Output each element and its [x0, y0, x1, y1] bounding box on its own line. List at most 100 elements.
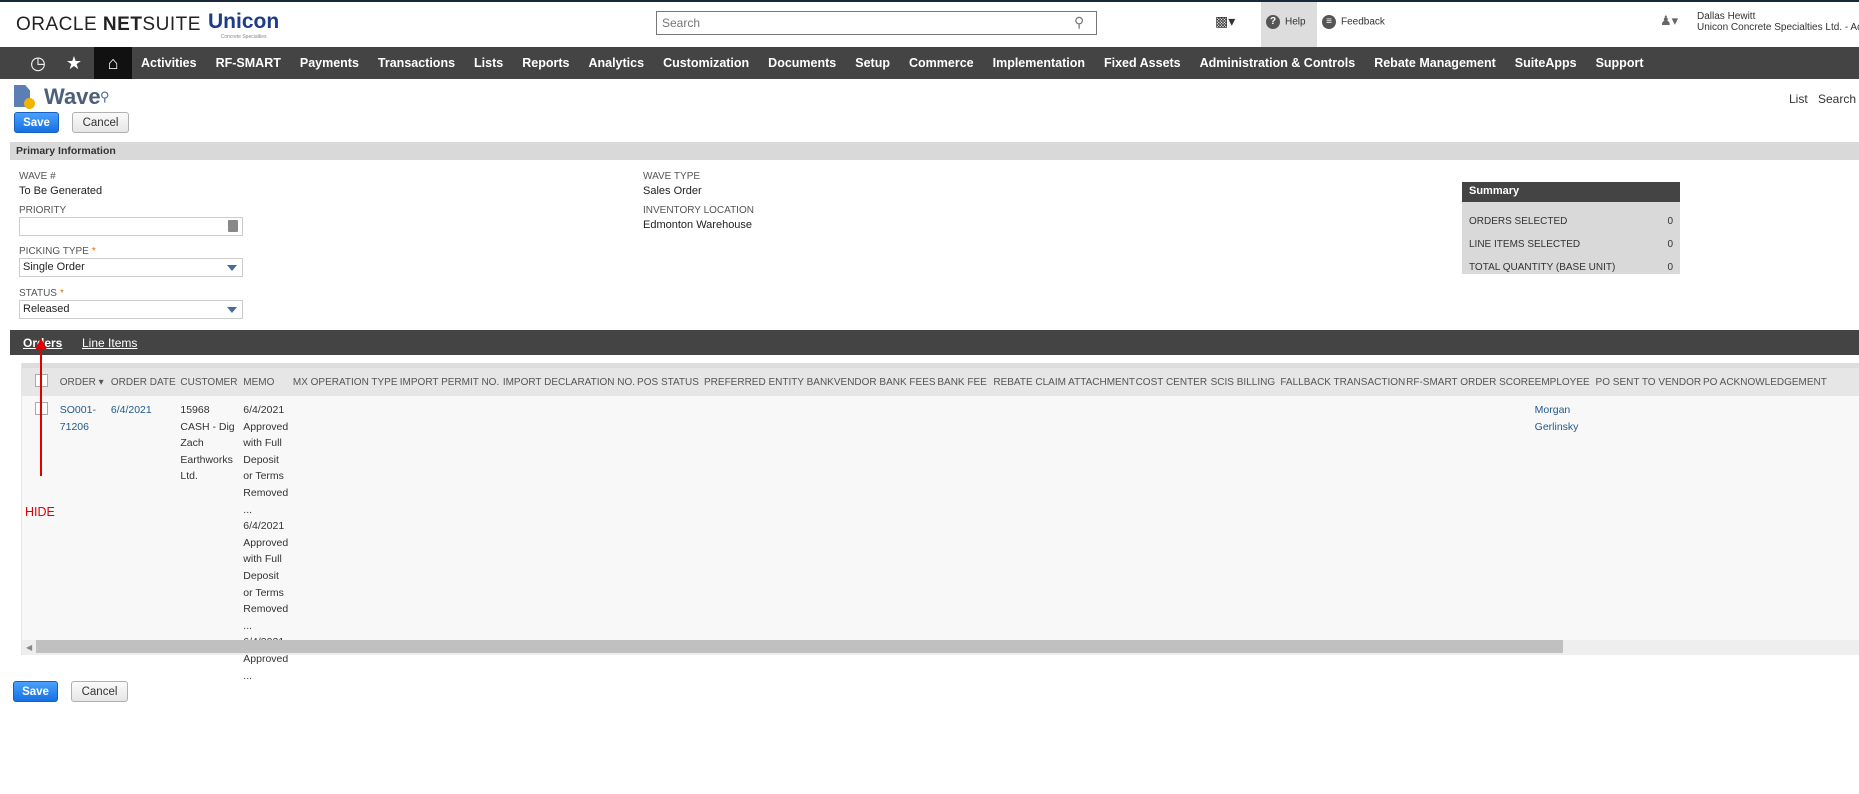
- unicon-logo: Unicon Concrete Specialties: [208, 10, 279, 40]
- orders-table: ORDER ▾ ORDER DATE CUSTOMER MEMO MX OPERATIO…: [22, 368, 1859, 684]
- column-header-pos-status[interactable]: POS STATUS: [637, 368, 705, 396]
- search-icon[interactable]: ⚲: [1074, 14, 1084, 31]
- nav-item-implementation[interactable]: Implementation: [993, 56, 1085, 70]
- nav-items: Activities RF-SMART Payments Transactions Li…: [141, 47, 1644, 79]
- logo-text: ORACLE: [16, 14, 103, 35]
- column-header-fallback-transaction[interactable]: FALLBACK TRANSACTION: [1280, 368, 1407, 396]
- feedback-button[interactable]: ≡ Feedback: [1322, 15, 1385, 29]
- summary-label: ORDERS SELECTED: [1469, 216, 1568, 227]
- help-button[interactable]: ? Help: [1266, 15, 1306, 29]
- summary-row-orders-selected: ORDERS SELECTED 0: [1462, 210, 1680, 233]
- column-header-bank-fee[interactable]: BANK FEE: [937, 368, 994, 396]
- column-header-order[interactable]: ORDER ▾: [59, 368, 111, 396]
- column-header-customer[interactable]: CUSTOMER: [180, 368, 244, 396]
- nav-item-administration-controls[interactable]: Administration & Controls: [1200, 56, 1356, 70]
- memo-line: with Full: [243, 553, 282, 566]
- nav-item-lists[interactable]: Lists: [474, 56, 503, 70]
- column-header-po-sent-to-vendor[interactable]: PO SENT TO VENDOR: [1595, 368, 1703, 396]
- logo-text: SUITE: [142, 14, 201, 35]
- column-header-vendor-bank-fees[interactable]: VENDOR BANK FEES: [833, 368, 938, 396]
- subtab-bar: Orders Line Items: [10, 330, 1859, 355]
- memo-line: 6/4/2021: [243, 404, 285, 416]
- column-header-import-permit-no[interactable]: IMPORT PERMIT NO.: [399, 368, 503, 396]
- picking-type-label: PICKING TYPE *: [19, 246, 96, 257]
- memo-line: or Terms: [243, 470, 284, 483]
- search-icon[interactable]: ⚲: [100, 89, 110, 105]
- nav-item-transactions[interactable]: Transactions: [378, 56, 455, 70]
- memo-line: ...: [243, 619, 253, 632]
- nav-item-activities[interactable]: Activities: [141, 56, 197, 70]
- picking-type-select[interactable]: Single Order: [19, 258, 243, 277]
- nav-item-payments[interactable]: Payments: [300, 56, 359, 70]
- roles-icon[interactable]: ♟▾: [1660, 13, 1678, 29]
- inventory-location-value: Edmonton Warehouse: [643, 219, 753, 231]
- scroll-left-icon[interactable]: ◀: [26, 643, 32, 652]
- top-border: [0, 0, 1859, 2]
- user-role: Unicon Concrete Specialties Ltd. - Admin…: [1697, 22, 1859, 33]
- summary-box: Summary ORDERS SELECTED 0 LINE ITEMS SELE…: [1462, 182, 1680, 274]
- column-header-employee[interactable]: EMPLOYEE: [1534, 368, 1596, 396]
- tab-line-items[interactable]: Line Items: [82, 336, 137, 350]
- column-header-scis-billing[interactable]: SCIS BILLING: [1210, 368, 1281, 396]
- summary-value: 0: [1667, 262, 1673, 273]
- feedback-icon: ≡: [1322, 15, 1336, 29]
- chevron-down-icon: [227, 307, 237, 313]
- priority-input[interactable]: [19, 217, 243, 236]
- wave-number-label: WAVE #: [19, 171, 56, 182]
- search-link[interactable]: Search: [1818, 92, 1856, 106]
- feedback-label: Feedback: [1341, 16, 1385, 28]
- summary-label: LINE ITEMS SELECTED: [1469, 239, 1581, 250]
- calculator-icon[interactable]: [228, 220, 238, 232]
- memo-line: Removed: [243, 603, 289, 616]
- column-header-rebate-claim-attachment[interactable]: REBATE CLAIM ATTACHMENT: [993, 368, 1136, 396]
- scrollbar-thumb[interactable]: [36, 640, 1563, 653]
- memo-line: Removed: [243, 486, 289, 499]
- user-menu[interactable]: Dallas Hewitt Unicon Concrete Specialties…: [1697, 11, 1859, 33]
- nav-item-reports[interactable]: Reports: [522, 56, 569, 70]
- nav-item-analytics[interactable]: Analytics: [588, 56, 644, 70]
- column-header-po-acknowledgement[interactable]: PO ACKNOWLEDGEMENT: [1702, 368, 1859, 396]
- memo-line: Deposit: [243, 453, 279, 466]
- nav-item-customization[interactable]: Customization: [663, 56, 749, 70]
- memo-line: 6/4/2021: [243, 520, 285, 533]
- nav-item-rf-smart[interactable]: RF-SMART: [216, 56, 281, 70]
- cancel-button-bottom[interactable]: Cancel: [71, 681, 128, 702]
- home-icon[interactable]: ⌂: [94, 47, 132, 79]
- logo-text: Unicon: [208, 10, 280, 33]
- memo-line: Approved: [243, 420, 289, 433]
- wave-type-value: Sales Order: [643, 185, 702, 197]
- wave-badge-icon: [24, 98, 35, 109]
- nav-item-commerce[interactable]: Commerce: [909, 56, 974, 70]
- primary-information-header[interactable]: Primary Information: [10, 142, 1859, 160]
- summary-value: 0: [1667, 239, 1673, 250]
- column-header-rf-smart-order-score[interactable]: RF-SMART ORDER SCORE: [1406, 368, 1535, 396]
- cancel-button[interactable]: Cancel: [72, 112, 129, 133]
- nav-item-rebate-management[interactable]: Rebate Management: [1374, 56, 1496, 70]
- nav-item-setup[interactable]: Setup: [855, 56, 890, 70]
- column-header-cost-center[interactable]: COST CENTER: [1135, 368, 1211, 396]
- summary-row-line-items-selected: LINE ITEMS SELECTED 0: [1462, 233, 1680, 256]
- orders-table-container: ORDER ▾ ORDER DATE CUSTOMER MEMO MX OPERATIO…: [21, 363, 1859, 682]
- status-label: STATUS *: [19, 288, 64, 299]
- save-button[interactable]: Save: [14, 112, 59, 133]
- recent-icon[interactable]: ◷: [19, 47, 57, 79]
- status-select[interactable]: Released: [19, 300, 243, 319]
- global-search-input[interactable]: [656, 11, 1097, 35]
- summary-label: TOTAL QUANTITY (BASE UNIT): [1469, 262, 1616, 273]
- logo-subtext: Concrete Specialties: [220, 34, 267, 40]
- list-link[interactable]: List: [1789, 92, 1808, 106]
- nav-item-support[interactable]: Support: [1596, 56, 1644, 70]
- column-header-import-declaration-no[interactable]: IMPORT DECLARATION NO.: [502, 368, 638, 396]
- nav-item-suiteapps[interactable]: SuiteApps: [1515, 56, 1577, 70]
- nav-item-documents[interactable]: Documents: [768, 56, 836, 70]
- page-title: Wave: [44, 84, 101, 109]
- recent-records-icon[interactable]: ▩▾: [1215, 13, 1235, 30]
- star-icon[interactable]: ★: [55, 47, 93, 79]
- column-header-mx-operation-type[interactable]: MX OPERATION TYPE: [292, 368, 400, 396]
- column-header-memo[interactable]: MEMO: [243, 368, 293, 396]
- column-header-order-date[interactable]: ORDER DATE: [110, 368, 181, 396]
- nav-item-fixed-assets[interactable]: Fixed Assets: [1104, 56, 1181, 70]
- column-header-preferred-entity-bank[interactable]: PREFERRED ENTITY BANK: [704, 368, 834, 396]
- save-button-bottom[interactable]: Save: [13, 681, 58, 702]
- oracle-netsuite-logo[interactable]: ORACLE NETSUITE: [16, 14, 201, 36]
